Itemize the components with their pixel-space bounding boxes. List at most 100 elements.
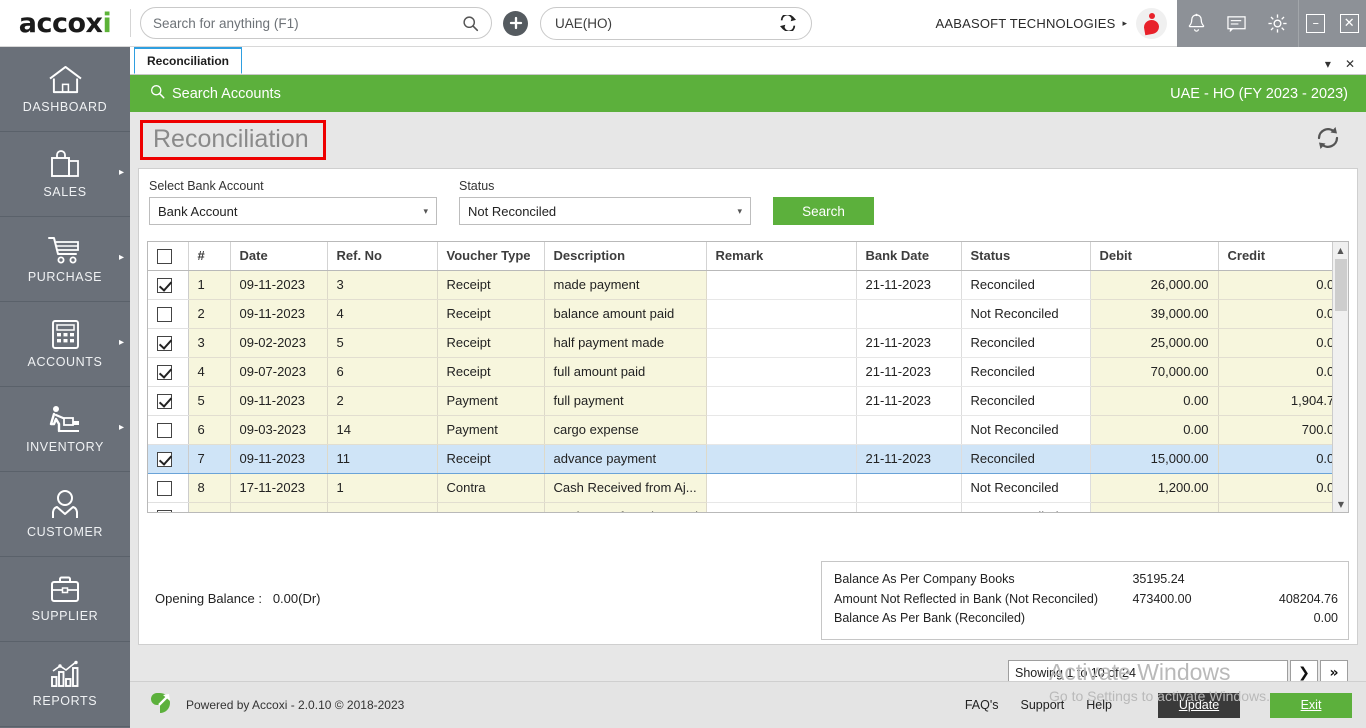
switch-icon[interactable] (779, 15, 797, 31)
col-status[interactable]: Status (961, 242, 1090, 270)
row-remark (706, 357, 856, 386)
bell-icon[interactable] (1187, 13, 1206, 34)
support-link[interactable]: Support (1021, 698, 1065, 712)
row-description: Cash Transferred to Bank (544, 502, 706, 513)
sidebar-item-inventory[interactable]: INVENTORY ▸ (0, 387, 130, 472)
row-checkbox-cell[interactable] (148, 444, 188, 473)
branch-selector[interactable]: UAE(HO) (540, 7, 812, 40)
row-checkbox-cell[interactable] (148, 502, 188, 513)
balance-label: Balance As Per Company Books (834, 570, 1132, 590)
chevron-right-icon[interactable]: ▸ (119, 252, 124, 263)
bank-account-field: Select Bank Account Bank Account ▾ (149, 179, 437, 225)
add-new-button[interactable] (503, 11, 528, 36)
table-row[interactable]: 309-02-20235Receipthalf payment made21-1… (148, 328, 1349, 357)
col-voucher-type[interactable]: Voucher Type (437, 242, 544, 270)
sidebar-item-customer[interactable]: CUSTOMER (0, 472, 130, 557)
page-title-row: Reconciliation (130, 112, 1366, 168)
row-checkbox[interactable] (157, 452, 172, 467)
status-select[interactable]: Not Reconciled ▾ (459, 197, 751, 225)
close-button[interactable]: ✕ (1340, 14, 1359, 33)
chevron-right-icon[interactable]: ▸ (119, 167, 124, 178)
faq-link[interactable]: FAQ's (965, 698, 999, 712)
tab-reconciliation[interactable]: Reconciliation (134, 47, 242, 74)
row-checkbox[interactable] (157, 307, 172, 322)
col-remark[interactable]: Remark (706, 242, 856, 270)
chevron-down-icon[interactable]: ▾ (1325, 58, 1331, 70)
col-description[interactable]: Description (544, 242, 706, 270)
refresh-icon[interactable] (1312, 122, 1344, 159)
sidebar-item-purchase[interactable]: PURCHASE ▸ (0, 217, 130, 302)
chevron-right-icon[interactable]: ▸ (119, 422, 124, 433)
chevron-down-icon[interactable]: ▾ (423, 206, 428, 217)
row-checkbox[interactable] (157, 365, 172, 380)
chevron-down-icon[interactable]: ▾ (737, 206, 742, 217)
table-row[interactable]: 917-11-20232ContraCash Transferred to Ba… (148, 502, 1349, 513)
global-search[interactable] (140, 7, 492, 39)
row-checkbox[interactable] (157, 481, 172, 496)
row-voucher-type: Receipt (437, 444, 544, 473)
shopping-bag-icon (49, 149, 81, 180)
sidebar-item-reports[interactable]: REPORTS (0, 642, 130, 727)
bank-account-select[interactable]: Bank Account ▾ (149, 197, 437, 225)
gear-icon[interactable] (1267, 13, 1288, 34)
col-credit[interactable]: Credit (1218, 242, 1349, 270)
help-link[interactable]: Help (1086, 698, 1112, 712)
row-index: 1 (188, 270, 230, 299)
table-scrollbar[interactable]: ▲ ▼ (1332, 242, 1348, 512)
col-date[interactable]: Date (230, 242, 327, 270)
bank-account-value: Bank Account (158, 204, 238, 219)
col-bank-date[interactable]: Bank Date (856, 242, 961, 270)
minimize-button[interactable]: – (1306, 14, 1325, 33)
search-accounts-button[interactable]: Search Accounts (150, 84, 281, 103)
row-debit: 39,000.00 (1090, 299, 1218, 328)
row-checkbox-cell[interactable] (148, 473, 188, 502)
row-checkbox-cell[interactable] (148, 299, 188, 328)
row-checkbox[interactable] (157, 394, 172, 409)
search-input[interactable] (153, 16, 462, 31)
table-row[interactable]: 509-11-20232Paymentfull payment21-11-202… (148, 386, 1349, 415)
table-row[interactable]: 709-11-202311Receiptadvance payment21-11… (148, 444, 1349, 473)
search-button[interactable]: Search (773, 197, 874, 225)
sidebar-item-dashboard[interactable]: DASHBOARD (0, 47, 130, 132)
row-checkbox-cell[interactable] (148, 415, 188, 444)
row-checkbox-cell[interactable] (148, 386, 188, 415)
scrollbar-thumb[interactable] (1335, 259, 1347, 311)
col-ref-no[interactable]: Ref. No (327, 242, 437, 270)
row-credit: 700.00 (1218, 415, 1349, 444)
sidebar-item-sales[interactable]: SALES ▸ (0, 132, 130, 217)
avatar[interactable] (1136, 8, 1167, 39)
col-debit[interactable]: Debit (1090, 242, 1218, 270)
sidebar-item-accounts[interactable]: ACCOUNTS ▸ (0, 302, 130, 387)
message-icon[interactable] (1226, 14, 1247, 33)
select-all-checkbox[interactable] (157, 249, 172, 264)
row-checkbox[interactable] (157, 336, 172, 351)
row-checkbox-cell[interactable] (148, 328, 188, 357)
sidebar-item-supplier[interactable]: SUPPLIER (0, 557, 130, 642)
balance-label: Amount Not Reflected in Bank (Not Reconc… (834, 590, 1132, 610)
chevron-right-icon[interactable]: ▸ (119, 337, 124, 348)
row-checkbox-cell[interactable] (148, 357, 188, 386)
close-tab-icon[interactable]: ✕ (1345, 58, 1355, 70)
table-row[interactable]: 409-07-20236Receiptfull amount paid21-11… (148, 357, 1349, 386)
row-checkbox-cell[interactable] (148, 270, 188, 299)
scroll-down-icon[interactable]: ▼ (1333, 496, 1349, 512)
table-row[interactable]: 817-11-20231ContraCash Received from Aj.… (148, 473, 1349, 502)
status-field: Status Not Reconciled ▾ (459, 179, 751, 225)
exit-button[interactable]: Exit (1270, 693, 1352, 718)
table-row[interactable]: 109-11-20233Receiptmade payment21-11-202… (148, 270, 1349, 299)
chevron-right-icon[interactable]: ▸ (1122, 18, 1127, 29)
row-remark (706, 386, 856, 415)
table-row[interactable]: 209-11-20234Receiptbalance amount paidNo… (148, 299, 1349, 328)
row-checkbox[interactable] (157, 278, 172, 293)
scroll-up-icon[interactable]: ▲ (1333, 242, 1348, 258)
row-status: Not Reconciled (961, 415, 1090, 444)
search-icon[interactable] (462, 15, 479, 32)
company-menu[interactable]: AABASOFT TECHNOLOGIES ▸ (935, 8, 1177, 39)
table-row[interactable]: 609-03-202314Paymentcargo expenseNot Rec… (148, 415, 1349, 444)
update-button[interactable]: Update (1158, 693, 1240, 718)
row-checkbox[interactable] (157, 423, 172, 438)
row-status: Not Reconciled (961, 473, 1090, 502)
col-index[interactable]: # (188, 242, 230, 270)
row-checkbox[interactable] (157, 510, 172, 513)
opening-balance: Opening Balance : 0.00(Dr) (147, 561, 321, 606)
